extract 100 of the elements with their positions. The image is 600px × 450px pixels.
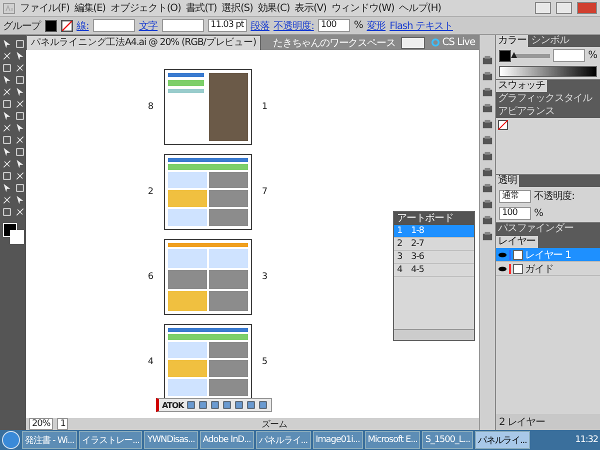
taskbar-button[interactable]: YWNDisas... <box>144 431 198 449</box>
panel-icon[interactable] <box>482 103 493 114</box>
taskbar-button[interactable]: パネルライ... <box>256 431 311 449</box>
panel-tab[interactable]: 透明 <box>496 175 519 187</box>
toolbar-icon[interactable] <box>210 400 220 410</box>
panel-icon[interactable] <box>482 199 493 210</box>
font-dropdown[interactable] <box>162 19 204 32</box>
artboard-number: 7 <box>260 186 268 196</box>
menu-item[interactable]: 選択(S) <box>222 1 253 15</box>
stroke-link[interactable]: 線: <box>76 18 89 32</box>
opacity-label: 不透明度: <box>534 190 574 203</box>
panel-icon[interactable] <box>482 151 493 162</box>
toolbar-icon[interactable] <box>222 400 232 410</box>
document-tab[interactable]: パネルライニング工法A4.ai @ 20% (RGB/プレビュー) <box>26 34 261 50</box>
fill-swatch[interactable] <box>499 50 511 62</box>
tool-icon[interactable] <box>2 51 12 61</box>
taskbar-button[interactable]: 発注書 - Wi... <box>22 431 78 449</box>
layer-row[interactable]: ガイド <box>496 262 600 276</box>
panel-icon[interactable] <box>482 71 493 82</box>
menu-item[interactable]: ファイル(F) <box>20 1 70 15</box>
color-value-field[interactable] <box>553 49 586 62</box>
opacity-field[interactable]: 100 <box>318 19 350 32</box>
tool-icon[interactable] <box>14 171 24 181</box>
panel-icon[interactable] <box>482 135 493 146</box>
panel-tab[interactable]: スウォッチ <box>496 80 548 92</box>
layer-name: レイヤー 1 <box>525 248 571 262</box>
minimize-button[interactable] <box>535 2 551 14</box>
panel-tab[interactable]: シンボル <box>529 35 571 47</box>
panel-icon[interactable] <box>482 231 493 242</box>
artboard-number: 2 <box>146 186 154 196</box>
character-link[interactable]: 文字 <box>138 18 158 32</box>
tool-icon[interactable] <box>14 135 24 145</box>
start-button[interactable] <box>2 431 20 449</box>
color-spectrum[interactable] <box>499 66 597 77</box>
opacity-link[interactable]: 不透明度: <box>273 18 314 32</box>
artboard-row[interactable]: 4 4-5 <box>394 264 474 277</box>
artboard-row[interactable]: 2 2-7 <box>394 238 474 251</box>
panel-tab[interactable]: アピアランス <box>496 106 556 118</box>
transform-link[interactable]: 変形 <box>366 18 386 32</box>
eye-icon[interactable] <box>498 252 507 258</box>
tool-icon[interactable] <box>14 207 24 217</box>
stroke-none-swatch[interactable] <box>60 20 73 32</box>
toolbar-icon[interactable] <box>246 400 256 410</box>
toolbar-icon[interactable] <box>258 400 268 410</box>
panel-icon[interactable] <box>482 167 493 178</box>
tool-icon[interactable] <box>2 195 12 205</box>
menu-item[interactable]: オブジェクト(O) <box>110 1 181 15</box>
fill-stroke-icon[interactable] <box>3 223 23 243</box>
artboard-row[interactable]: 3 3-6 <box>394 251 474 264</box>
taskbar-button[interactable]: Microsoft E... <box>364 431 420 449</box>
font-size-field[interactable]: 11.03 pt <box>208 19 247 32</box>
panel-icon[interactable] <box>482 215 493 226</box>
panel-icon[interactable] <box>482 183 493 194</box>
panel-tab[interactable]: カラー <box>496 35 528 47</box>
toolbar-icon[interactable] <box>234 400 244 410</box>
panel-tab[interactable]: グラフィックスタイル <box>496 93 594 105</box>
opacity-field[interactable]: 100 <box>499 207 531 220</box>
zoom-field[interactable]: 20% <box>29 418 54 430</box>
search-field[interactable] <box>401 36 426 48</box>
menu-item[interactable]: 書式(T) <box>186 1 217 15</box>
flash-text-link[interactable]: Flash テキスト <box>390 18 453 32</box>
taskbar-button[interactable]: S_1500_L... <box>422 431 474 449</box>
paragraph-link[interactable]: 段落 <box>250 18 270 32</box>
layer-count: 2 レイヤー <box>499 416 545 429</box>
taskbar-button[interactable]: Image01i... <box>312 431 363 449</box>
panel-tab[interactable]: レイヤー <box>496 236 538 248</box>
taskbar-button[interactable]: パネルライ... <box>475 431 530 449</box>
toolbar-icon[interactable] <box>198 400 208 410</box>
eye-icon[interactable] <box>498 266 507 272</box>
menu-item[interactable]: 編集(E) <box>74 1 106 15</box>
artboard-number: 5 <box>260 356 268 366</box>
panel-icon[interactable] <box>482 119 493 130</box>
taskbar-button[interactable]: Adobe InD... <box>200 431 254 449</box>
toolbar-icon[interactable] <box>186 400 196 410</box>
tool-icon[interactable] <box>2 87 12 97</box>
tool-icon[interactable] <box>2 123 12 133</box>
maximize-button[interactable] <box>556 2 572 14</box>
panel-tab[interactable]: パスファインダー <box>496 223 576 235</box>
tool-icon[interactable] <box>2 159 12 169</box>
artboard-number: 3 <box>260 272 268 282</box>
menu-item[interactable]: ヘルプ(H) <box>399 1 441 15</box>
artboard-field[interactable]: 1 <box>57 418 68 430</box>
panel-icon[interactable] <box>482 55 493 66</box>
menu-item[interactable]: 表示(V) <box>294 1 326 15</box>
panel-icon[interactable] <box>482 87 493 98</box>
ime-toolbar[interactable]: ATOK <box>156 398 272 412</box>
color-slider-thumb[interactable] <box>511 52 517 58</box>
menu-item[interactable]: 効果(C) <box>258 1 290 15</box>
clock: 11:32 <box>575 435 598 445</box>
taskbar-button[interactable]: イラストレー... <box>79 431 142 449</box>
tool-icon[interactable] <box>14 63 24 73</box>
blend-mode-dropdown[interactable]: 通常 <box>499 190 531 202</box>
fill-swatch[interactable] <box>44 20 57 32</box>
tool-icon[interactable] <box>14 99 24 109</box>
menu-item[interactable]: ウィンドウ(W) <box>331 1 394 15</box>
artboard-number: 4 <box>146 356 154 366</box>
ring-icon <box>431 38 440 47</box>
percent-label: % <box>354 20 363 31</box>
stroke-dropdown[interactable] <box>92 19 135 32</box>
none-swatch[interactable] <box>498 120 508 130</box>
